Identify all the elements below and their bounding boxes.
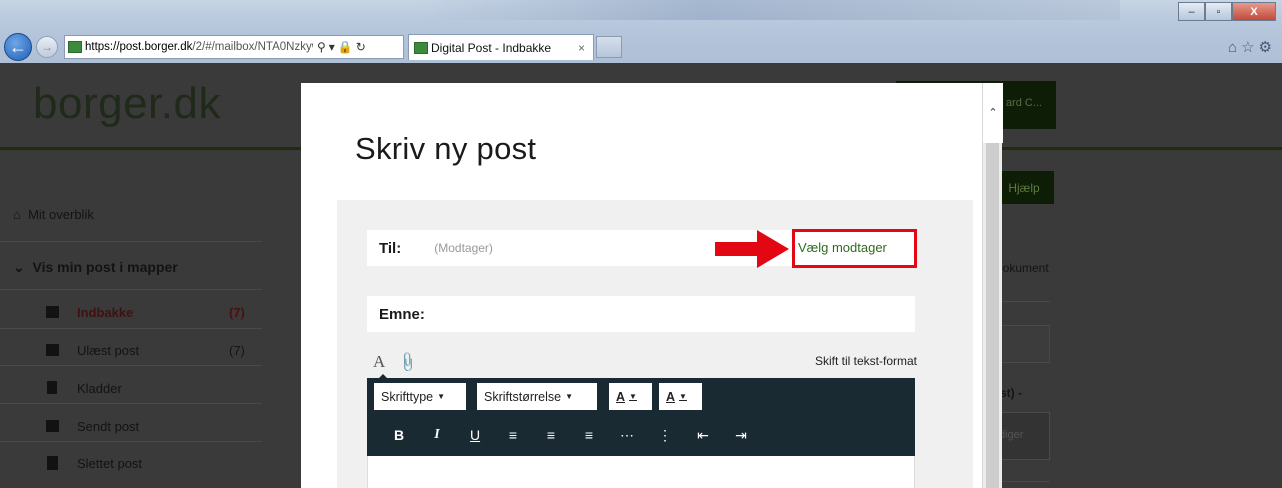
site-logo: borger.dk	[33, 79, 221, 128]
align-left-icon[interactable]: ≡	[499, 424, 527, 446]
edit-button-label: diger	[999, 429, 1024, 441]
sidebar-overview-label: Mit overblik	[28, 207, 94, 222]
to-label: Til:	[379, 239, 402, 257]
outdent-icon[interactable]: ⇤	[689, 424, 717, 446]
refresh-icon[interactable]: ↻	[356, 40, 369, 54]
underline-button[interactable]: U	[461, 424, 489, 446]
lock-icon: 🔒	[337, 40, 356, 54]
scroll-up-arrow-icon[interactable]: ⌃	[983, 83, 1003, 143]
italic-button[interactable]: I	[423, 424, 451, 446]
sidebar-item-count: (7)	[229, 305, 245, 320]
window-controls: – ▫ X	[1178, 2, 1276, 21]
url-path: /2/#/mailbox/NTA0NzkywqC	[192, 41, 313, 53]
filter-dropdown-label[interactable]: st) -	[1000, 386, 1022, 400]
align-center-icon[interactable]: ≡	[537, 424, 565, 446]
editor-toolbar: Skrifttype ▼ Skriftstørrelse ▼ A ▼ A ▼ B I U…	[367, 378, 915, 456]
sidebar-item-label: Kladder	[77, 381, 122, 396]
maximize-button[interactable]: ▫	[1205, 2, 1232, 21]
new-document-label[interactable]: lokument	[1000, 261, 1049, 275]
tab-favicon-icon	[414, 41, 428, 54]
compose-modal: Skriv ny post Til: (Modtager) Vælg modta…	[301, 83, 982, 488]
draft-icon	[47, 381, 57, 394]
indent-icon[interactable]: ⇥	[727, 424, 755, 446]
modal-scrollbar[interactable]: ⌃	[982, 83, 1003, 488]
compose-form: Til: (Modtager) Vælg modtager Emne: A 📎 …	[337, 200, 973, 488]
bold-button[interactable]: B	[385, 424, 413, 446]
forward-button[interactable]: →	[36, 36, 58, 58]
address-bar[interactable]: https://post.borger.dk/2/#/mailbox/NTA0N…	[64, 35, 404, 59]
browser-right-icons: ⌂☆⚙	[1228, 38, 1276, 56]
modal-title: Skriv ny post	[355, 131, 537, 166]
dropdown-icon[interactable]: ▾	[329, 40, 338, 54]
message-body-editor[interactable]	[367, 456, 915, 488]
sidebar-divider	[0, 403, 262, 404]
paperclip-icon[interactable]: 📎	[396, 350, 421, 374]
browser-tab-active[interactable]: Digital Post - Indbakke ×	[408, 34, 594, 60]
site-favicon-icon	[68, 41, 82, 53]
recipient-placeholder: (Modtager)	[434, 241, 493, 255]
tab-title: Digital Post - Indbakke	[431, 40, 552, 55]
sidebar-item-label: Sendt post	[77, 419, 140, 434]
background-color-dropdown[interactable]: A ▼	[659, 383, 702, 410]
caret-down-icon: ▼	[629, 392, 637, 401]
font-type-label: Skrifttype	[381, 389, 434, 404]
search-icon[interactable]: ⚲	[317, 40, 329, 54]
new-tab-button[interactable]	[596, 36, 622, 58]
home-icon: ⌂	[13, 207, 21, 222]
font-size-dropdown[interactable]: Skriftstørrelse ▼	[477, 383, 597, 410]
chevron-down-icon: ⌄	[13, 259, 25, 275]
minimize-button[interactable]: –	[1178, 2, 1205, 21]
settings-gear-icon[interactable]: ⚙	[1259, 39, 1276, 56]
sidebar-divider	[0, 365, 262, 366]
subject-field[interactable]: Emne:	[367, 296, 915, 332]
bg-color-label: A	[666, 389, 676, 404]
title-bar-blurred	[420, 0, 1120, 20]
choose-recipient-link[interactable]: Vælg modtager	[798, 240, 887, 255]
navigation-row: ← → https://post.borger.dk/2/#/mailbox/N…	[4, 33, 622, 61]
help-button[interactable]: Hjælp	[994, 171, 1054, 204]
trash-icon	[47, 456, 58, 470]
url-host: https://post.borger.dk	[85, 41, 193, 53]
sidebar-divider	[0, 441, 262, 442]
sidebar-item-label: Indbakke	[77, 305, 134, 320]
caret-down-icon: ▼	[565, 392, 574, 401]
folders-heading-label: Vis min post i mapper	[32, 259, 178, 275]
tab-close-icon[interactable]: ×	[578, 41, 585, 55]
sent-icon	[46, 420, 59, 432]
back-button[interactable]: ←	[4, 33, 32, 61]
font-color-label: A	[616, 389, 626, 404]
caret-down-icon: ▼	[679, 392, 687, 401]
sidebar-item-label: Ulæst post	[77, 343, 140, 358]
browser-chrome: – ▫ X ← → https://post.borger.dk/2/#/mai…	[0, 0, 1282, 63]
sidebar-folders-heading[interactable]: ⌄ Vis min post i mapper	[13, 259, 178, 276]
favorites-star-icon[interactable]: ☆	[1241, 39, 1258, 56]
scrollbar-thumb[interactable]	[986, 143, 999, 488]
font-color-dropdown[interactable]: A ▼	[609, 383, 652, 410]
sidebar-item-count: (7)	[229, 343, 245, 358]
sidebar-divider	[0, 328, 262, 329]
sidebar-item-label: Slettet post	[77, 456, 143, 471]
sidebar-divider	[0, 289, 262, 290]
close-window-button[interactable]: X	[1232, 2, 1276, 21]
sidebar-divider	[0, 241, 262, 242]
font-type-dropdown[interactable]: Skrifttype ▼	[374, 383, 466, 410]
header-user-label: ard C...	[1005, 97, 1042, 109]
bullet-list-icon[interactable]: ⋯	[613, 424, 641, 446]
sidebar-overview[interactable]: ⌂ Mit overblik	[13, 207, 94, 222]
text-format-icon[interactable]: A	[373, 352, 385, 372]
font-size-label: Skriftstørrelse	[484, 389, 562, 404]
editor-mode-icons: A 📎	[373, 350, 421, 374]
format-buttons-row: B I U ≡ ≡ ≡ ⋯ ⋮ ⇤ ⇥	[385, 424, 765, 446]
red-arrow-icon	[715, 230, 789, 268]
subject-label: Emne:	[379, 305, 425, 323]
inbox-icon	[46, 306, 59, 318]
url-text: https://post.borger.dk/2/#/mailbox/NTA0N…	[85, 41, 313, 53]
caret-down-icon: ▼	[437, 392, 446, 401]
align-right-icon[interactable]: ≡	[575, 424, 603, 446]
home-icon[interactable]: ⌂	[1228, 39, 1241, 56]
envelope-icon	[46, 344, 59, 356]
numbered-list-icon[interactable]: ⋮	[651, 424, 679, 446]
address-tools[interactable]: ⚲▾🔒↻	[317, 40, 369, 54]
switch-text-format-link[interactable]: Skift til tekst-format	[815, 354, 917, 368]
